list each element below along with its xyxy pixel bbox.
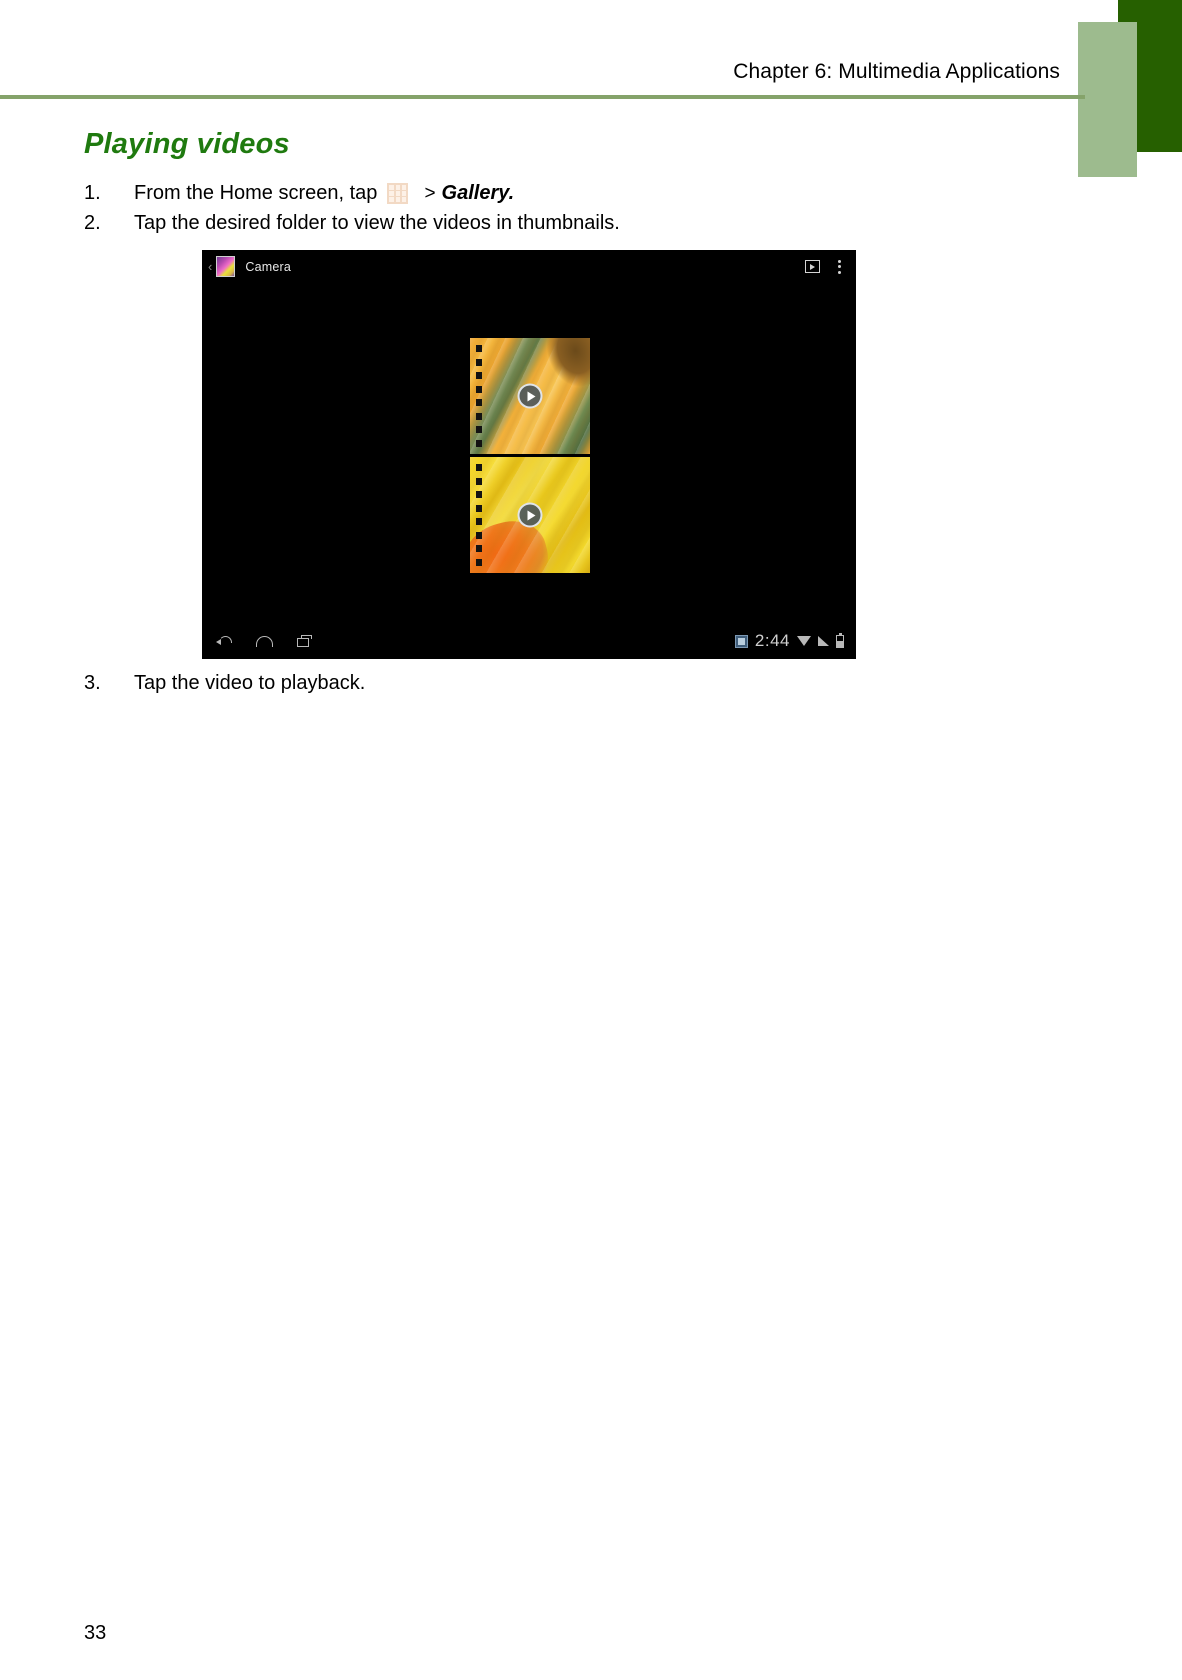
gallery-action-bar: ‹ Camera — [202, 250, 856, 283]
album-title: Camera — [245, 259, 292, 274]
navigation-buttons — [216, 635, 312, 647]
perforation-hole — [476, 372, 482, 380]
running-head: Chapter 6: Multimedia Applications — [733, 60, 1060, 83]
perforation-hole — [476, 412, 482, 420]
perforation-hole — [476, 558, 482, 566]
screenshot-icon — [734, 634, 748, 648]
page-title: Playing videos — [84, 128, 290, 160]
apps-grid-cell — [401, 197, 407, 202]
android-system-bar: 2:44 — [202, 623, 856, 659]
overflow-menu-icon[interactable] — [838, 259, 842, 274]
apps-grid-icon[interactable] — [387, 183, 409, 204]
up-caret-icon[interactable]: ‹ — [208, 260, 212, 273]
perforation-hole — [476, 531, 482, 539]
action-bar-actions — [805, 259, 842, 274]
tablet-screenshot: ‹ Camera 2:44 — [202, 250, 856, 659]
overflow-dot — [838, 265, 841, 268]
perforation-hole — [476, 399, 482, 407]
step-3: 3. Tap the video to playback. — [84, 672, 365, 695]
perforation-hole — [476, 491, 482, 499]
apps-grid-cell — [389, 191, 395, 196]
film-perforation-strip — [470, 338, 488, 454]
step-2-text: Tap the desired folder to view the video… — [134, 212, 620, 234]
step-1-text: From the Home screen, tap — [134, 182, 378, 204]
step-1-number: 1. — [84, 182, 101, 204]
overflow-dot — [838, 259, 841, 263]
gallery-app-icon[interactable] — [216, 256, 236, 277]
film-perforation-strip — [470, 457, 488, 573]
wifi-icon — [797, 636, 811, 646]
apps-grid-cell — [395, 197, 401, 202]
battery-icon — [836, 632, 844, 648]
recents-icon[interactable] — [297, 635, 312, 647]
overflow-dot — [838, 270, 841, 274]
perforation-hole — [476, 464, 482, 472]
step-1: 1. From the Home screen, tap > Gallery. — [84, 182, 514, 205]
video-thumbnail-sunflower[interactable] — [470, 338, 590, 454]
video-thumbnail-yellow-leaves[interactable] — [470, 457, 590, 573]
apps-grid-cell — [395, 191, 401, 196]
home-icon[interactable] — [256, 635, 273, 647]
step-3-number: 3. — [84, 672, 101, 694]
page-number: 33 — [84, 1622, 107, 1644]
play-icon[interactable] — [517, 383, 543, 409]
video-thumbnail-list — [470, 338, 590, 573]
clock: 2:44 — [754, 631, 790, 650]
back-icon[interactable] — [216, 635, 232, 647]
signal-icon — [818, 636, 829, 646]
header-decoration-light — [1078, 22, 1137, 177]
apps-grid-cell — [395, 185, 401, 190]
perforation-hole — [476, 518, 482, 526]
apps-grid-cell — [389, 197, 395, 202]
play-icon[interactable] — [517, 502, 543, 528]
slideshow-icon[interactable] — [805, 260, 820, 273]
apps-grid-cell — [401, 185, 407, 190]
step-2: 2. Tap the desired folder to view the vi… — [84, 212, 620, 235]
apps-grid-cells — [389, 185, 407, 202]
perforation-hole — [476, 385, 482, 393]
perforation-hole — [476, 545, 482, 553]
step-1-emphasis: Gallery. — [441, 182, 515, 204]
step-2-number: 2. — [84, 212, 101, 234]
perforation-hole — [476, 504, 482, 512]
perforation-hole — [476, 426, 482, 434]
apps-grid-cell — [389, 185, 395, 190]
perforation-hole — [476, 477, 482, 485]
step-1-separator: > — [424, 182, 436, 204]
perforation-hole — [476, 345, 482, 353]
status-icons[interactable]: 2:44 — [734, 631, 844, 651]
perforation-hole — [476, 439, 482, 447]
header-rule — [0, 95, 1085, 99]
step-3-text: Tap the video to playback. — [134, 672, 366, 694]
apps-grid-cell — [401, 191, 407, 196]
perforation-hole — [476, 358, 482, 366]
